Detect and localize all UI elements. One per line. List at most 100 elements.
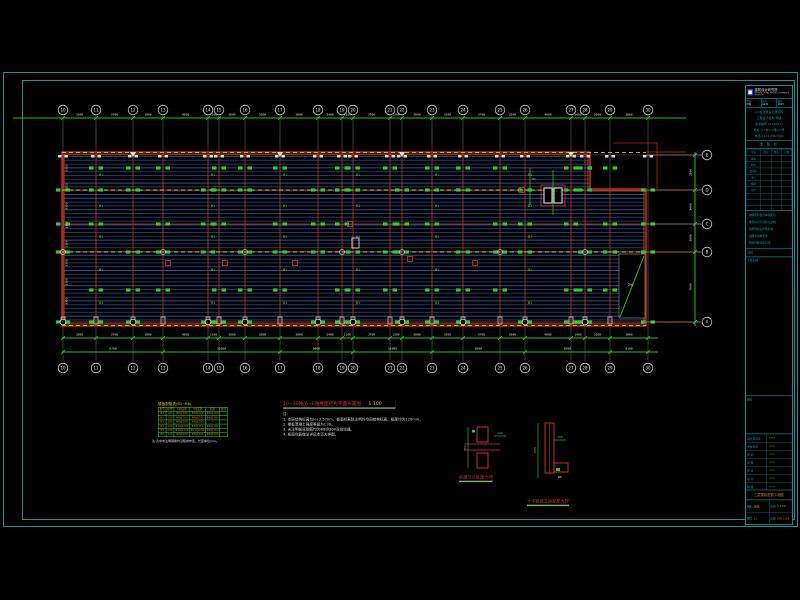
svg-text:11: 11	[93, 108, 99, 113]
svg-text:B1: B1	[99, 235, 103, 239]
svg-text:3300: 3300	[65, 183, 69, 190]
svg-text:28: 28	[582, 108, 588, 113]
svg-text:120: 120	[497, 431, 503, 435]
cad-viewport[interactable]: 2%B1B1B1B1B1B1B1B1B1B1B1B1B1B1B1B1B1B1B1…	[0, 0, 800, 600]
svg-text:B1: B1	[99, 301, 103, 305]
rebar-table-row: B4120Φ10@200Φ8@150Φ8@180	[158, 424, 227, 428]
svg-text:2800: 2800	[689, 234, 693, 241]
svg-text:B1: B1	[528, 301, 532, 305]
sheet-cell: 图号12	[746, 513, 769, 525]
svg-text:3800: 3800	[625, 333, 632, 337]
svg-text:2400: 2400	[326, 333, 333, 337]
svg-text:4600: 4600	[544, 113, 551, 117]
company-logo-icon: ■	[747, 89, 753, 96]
svg-text:B1: B1	[211, 235, 215, 239]
svg-text:3700: 3700	[368, 333, 375, 337]
svg-text:29: 29	[607, 366, 613, 371]
rebar-table-note: 注:表中未注明钢筋均沿短向布置，长度单位mm。	[152, 439, 224, 444]
svg-text:1200: 1200	[392, 333, 399, 337]
sign-bar-header: 会 签 栏	[746, 141, 792, 149]
svg-text:15: 15	[216, 366, 222, 371]
staff-row: 设 计×××	[746, 475, 792, 483]
svg-text:B1: B1	[356, 268, 360, 272]
svg-text:14: 14	[205, 366, 211, 371]
svg-text:11: 11	[93, 366, 99, 371]
svg-text:16: 16	[242, 108, 248, 113]
svg-text:3400: 3400	[689, 203, 693, 210]
svg-text:B1: B1	[99, 268, 103, 272]
svg-text:3300: 3300	[65, 202, 69, 209]
svg-text:B1: B1	[532, 177, 536, 181]
svg-text:3000: 3000	[144, 333, 151, 337]
svg-text:Φ8: Φ8	[558, 475, 562, 479]
staff-row: 专业负责×××	[746, 442, 792, 450]
rebar-table-row: B5150Φ10@150Φ10@200Φ8@150	[158, 428, 227, 432]
svg-text:B1: B1	[435, 301, 439, 305]
svg-text:8600: 8600	[313, 347, 320, 351]
svg-text:23: 23	[429, 366, 435, 371]
plan-canvas[interactable]: 2%B1B1B1B1B1B1B1B1B1B1B1B1B1B1B1B1B1B1B1…	[0, 0, 800, 600]
svg-text:B1: B1	[528, 268, 532, 272]
red-grid-lines	[62, 143, 686, 326]
svg-text:19: 19	[339, 108, 345, 113]
svg-text:10: 10	[60, 366, 66, 371]
sheet-number-grid: 图别结施比例1:100图号12日期2013.06	[746, 500, 792, 524]
svg-text:B: B	[706, 250, 709, 255]
plan-title-line: 10~30轴/A~E轴楼面结构平面布置图 1:100	[283, 400, 395, 408]
svg-text:120: 120	[558, 435, 563, 439]
company-info: ××省建筑设计研究院工程设计证书 甲级证书编号 A1440012地址:××市××…	[746, 108, 792, 141]
svg-text:22: 22	[399, 108, 405, 113]
svg-text:3700: 3700	[368, 113, 375, 117]
svg-text:20: 20	[350, 366, 356, 371]
certificate-cell: 编号2013	[777, 99, 792, 107]
svg-text:B1: B1	[283, 301, 287, 305]
company-logo-subtext: ARCHITECTURAL DESIGN & RESEARCH INSTITUT…	[754, 92, 792, 96]
svg-text:18: 18	[315, 108, 321, 113]
svg-text:18: 18	[315, 366, 321, 371]
svg-text:25: 25	[497, 108, 503, 113]
svg-text:16: 16	[242, 366, 248, 371]
svg-text:21: 21	[387, 108, 393, 113]
stamp-note-line: · 注册师执业印章有效	[747, 226, 791, 233]
svg-text:B1: B1	[283, 204, 287, 208]
svg-text:B1: B1	[356, 173, 360, 177]
svg-text:25: 25	[497, 366, 503, 371]
svg-text:24: 24	[460, 108, 466, 113]
svg-text:12: 12	[130, 108, 136, 113]
svg-text:3700: 3700	[111, 333, 118, 337]
detail-1-joint: 500120	[463, 427, 506, 468]
staff-row: 审 定×××	[746, 450, 792, 458]
stamp-notes: · 本图所有权归本院所有· 未经许可不得转让复制· 注册师执业印章有效· 出图专…	[746, 211, 792, 249]
svg-text:22: 22	[399, 366, 405, 371]
sheet-cell: 日期2013.06	[769, 513, 792, 525]
svg-text:28: 28	[582, 366, 588, 371]
title-block-logo-row: ■ 建筑设计研究院 ARCHITECTURAL DESIGN & RESEARC…	[746, 86, 792, 99]
svg-text:4500: 4500	[182, 333, 189, 337]
dimension-texts: 3300330037003700300030004500450011001100…	[65, 113, 693, 351]
svg-text:10: 10	[60, 108, 66, 113]
svg-text:26: 26	[522, 366, 528, 371]
svg-text:3300: 3300	[65, 297, 69, 304]
svg-text:2%: 2%	[628, 283, 633, 287]
rebar-table-row: B1120Φ8@200Φ8@200Φ8@180	[158, 412, 227, 416]
staff-row: 设计总负责×××	[746, 434, 792, 442]
svg-text:3500: 3500	[259, 113, 266, 117]
svg-text:15: 15	[216, 108, 222, 113]
staff-rows: 设计总负责×××专业负责×××审 定×××审 核×××校 对×××设 计×××制…	[746, 434, 792, 490]
svg-text:1400: 1400	[574, 333, 581, 337]
figure-name-cell: 图名	[746, 396, 792, 434]
svg-text:3700: 3700	[478, 113, 485, 117]
svg-text:3700: 3700	[111, 113, 118, 117]
svg-text:27: 27	[568, 366, 574, 371]
svg-text:19: 19	[339, 366, 345, 371]
sign-table: 专业姓名签名日期建筑结构给排水电气暖通动力	[746, 149, 792, 211]
grid-bubbles[interactable]: 1010111112121313141415151616171718181919…	[58, 105, 712, 373]
svg-text:13: 13	[160, 366, 166, 371]
rebar-table-block: 楼板配筋表(B1~B6) 板号板厚X向底筋Y向底筋面筋备注B1120Φ8@200…	[152, 401, 224, 443]
svg-text:B1: B1	[283, 173, 287, 177]
svg-text:3300: 3300	[65, 278, 69, 285]
svg-text:B1: B1	[211, 173, 215, 177]
svg-text:1800: 1800	[533, 446, 537, 453]
svg-text:B1: B1	[435, 204, 439, 208]
svg-text:12: 12	[130, 366, 136, 371]
